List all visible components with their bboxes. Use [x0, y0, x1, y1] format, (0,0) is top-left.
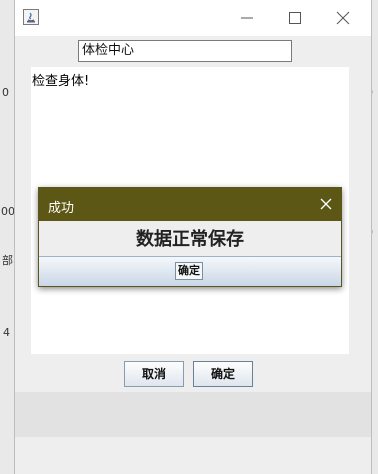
dialog-button-bar: 确定 — [39, 256, 341, 286]
bottom-panel — [15, 392, 371, 437]
dialog-title: 成功 — [48, 201, 75, 216]
success-dialog: 成功 数据正常保存 确定 — [38, 187, 342, 287]
dialog-message: 数据正常保存 — [136, 229, 244, 250]
close-icon[interactable] — [333, 8, 353, 28]
dialog-ok-button[interactable]: 确定 — [175, 262, 203, 280]
dialog-titlebar[interactable]: 成功 — [39, 188, 341, 221]
background-fragment: 部 — [2, 254, 13, 267]
maximize-icon[interactable] — [285, 8, 305, 28]
background-fragment: 0 — [2, 86, 9, 99]
java-icon — [23, 9, 39, 25]
background-fragment: 4 — [3, 326, 10, 339]
title-field[interactable]: 体检中心 — [78, 40, 292, 62]
dialog-close-icon[interactable] — [317, 195, 335, 213]
textarea-content: 检查身体! — [32, 74, 90, 89]
minimize-icon[interactable] — [237, 8, 257, 28]
background-fragment: 00 — [1, 205, 15, 218]
cancel-button[interactable]: 取消 — [124, 361, 184, 387]
window-titlebar[interactable] — [15, 0, 371, 36]
ok-button[interactable]: 确定 — [193, 361, 253, 387]
